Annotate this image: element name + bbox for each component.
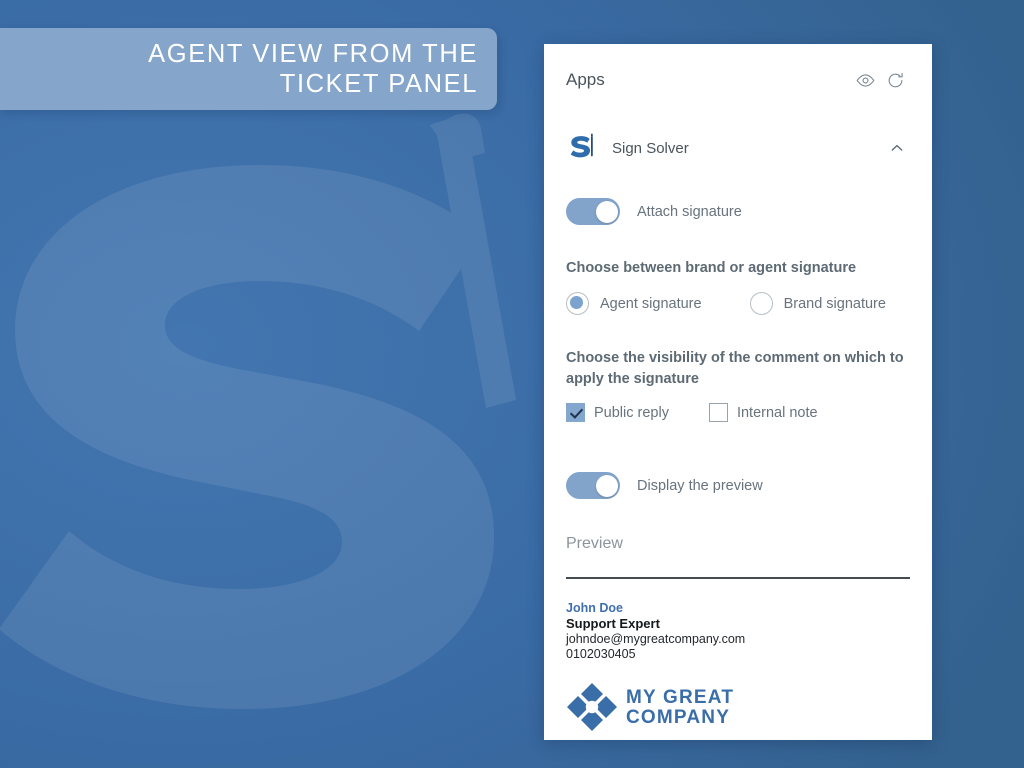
eye-icon[interactable] bbox=[850, 65, 880, 95]
app-name-label: Sign Solver bbox=[612, 139, 689, 157]
signature-role: Support Expert bbox=[566, 616, 660, 632]
radio-label-brand: Brand signature bbox=[783, 295, 886, 312]
diamond-cluster-logo-icon bbox=[566, 682, 618, 732]
signature-source-radio-group: Agent signature Brand signature bbox=[566, 292, 910, 315]
checkbox-label-public-reply: Public reply bbox=[594, 404, 669, 421]
signature-name: John Doe bbox=[566, 601, 623, 616]
comment-visibility-checkbox-group: Public reply Internal note bbox=[566, 403, 910, 422]
banner: AGENT VIEW FROM THE TICKET PANEL bbox=[0, 28, 497, 110]
screen: AGENT VIEW FROM THE TICKET PANEL Apps Si… bbox=[0, 0, 1024, 768]
attach-signature-label: Attach signature bbox=[637, 203, 742, 220]
page-title: Apps bbox=[566, 70, 605, 89]
display-preview-row[interactable]: Display the preview bbox=[566, 472, 910, 499]
radio-button-agent[interactable] bbox=[566, 292, 589, 315]
radio-agent-signature[interactable]: Agent signature bbox=[566, 292, 702, 315]
radio-brand-signature[interactable]: Brand signature bbox=[749, 292, 886, 315]
checkbox-public-reply[interactable]: Public reply bbox=[566, 403, 669, 422]
sign-solver-logo-icon bbox=[566, 131, 600, 165]
banner-title: AGENT VIEW FROM THE TICKET PANEL bbox=[148, 40, 478, 98]
signature-phone: 0102030405 bbox=[566, 647, 636, 662]
radio-label-agent: Agent signature bbox=[600, 295, 702, 312]
chevron-up-icon[interactable] bbox=[884, 135, 910, 161]
attach-signature-toggle[interactable] bbox=[566, 198, 620, 225]
checkbox-box-public-reply[interactable] bbox=[566, 403, 585, 422]
logo-line-2: COMPANY bbox=[626, 707, 730, 728]
comment-visibility-heading: Choose the visibility of the comment on … bbox=[566, 350, 904, 387]
toggle-knob bbox=[595, 200, 618, 223]
background-watermark-sign-solver-icon bbox=[0, 95, 580, 755]
display-preview-label: Display the preview bbox=[637, 477, 763, 494]
checkbox-box-internal-note[interactable] bbox=[708, 403, 728, 422]
apps-panel-header: Apps bbox=[566, 44, 910, 106]
signature-email: johndoe@mygreatcompany.com bbox=[566, 632, 746, 647]
preview-title: Preview bbox=[566, 535, 623, 552]
company-logo-wordmark: MY GREAT COMPANY bbox=[626, 685, 754, 729]
radio-button-brand[interactable] bbox=[749, 292, 773, 315]
attach-signature-row[interactable]: Attach signature bbox=[566, 198, 910, 225]
preview-divider bbox=[566, 577, 910, 580]
signature-preview: John Doe Support Expert johndoe@mygreatc… bbox=[566, 601, 910, 662]
checkbox-label-internal-note: Internal note bbox=[736, 404, 818, 421]
app-row-sign-solver[interactable]: Sign Solver bbox=[566, 122, 910, 174]
display-preview-toggle[interactable] bbox=[566, 472, 620, 499]
signature-source-heading: Choose between brand or agent signature bbox=[566, 260, 857, 276]
apps-panel: Apps Sign Solver Attach signature Choose… bbox=[544, 44, 932, 740]
toggle-knob bbox=[595, 474, 618, 497]
company-logo: MY GREAT COMPANY bbox=[566, 682, 910, 732]
logo-line-1: MY GREAT bbox=[626, 687, 734, 708]
refresh-icon[interactable] bbox=[880, 65, 910, 95]
checkbox-internal-note[interactable]: Internal note bbox=[708, 403, 818, 422]
